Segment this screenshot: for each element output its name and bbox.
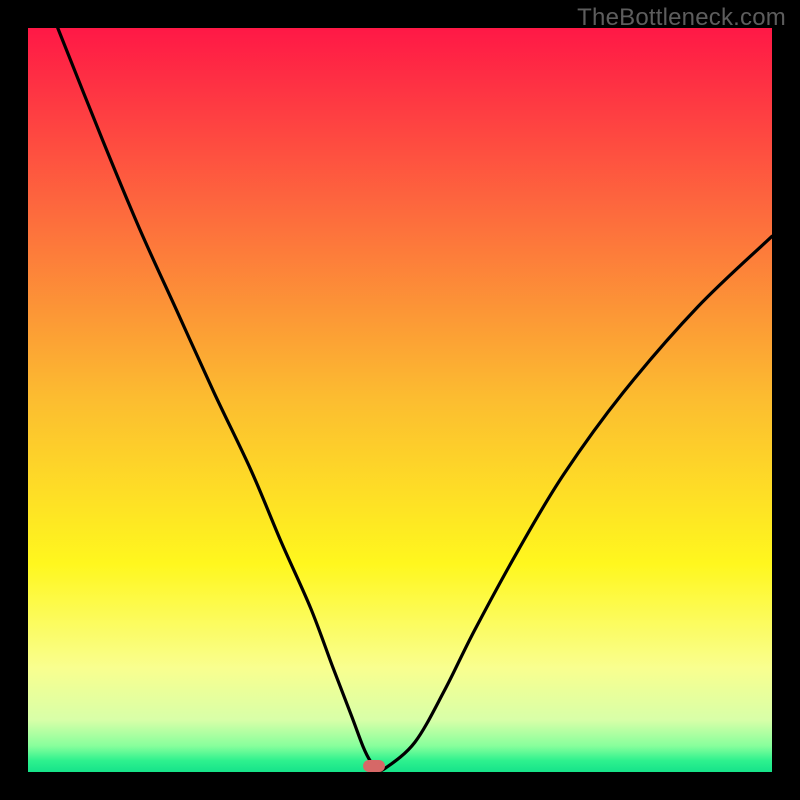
plot-area [28, 28, 772, 772]
curve-svg [28, 28, 772, 772]
watermark-text: TheBottleneck.com [577, 4, 786, 32]
bottleneck-curve [58, 28, 772, 771]
chart-container: TheBottleneck.com [0, 0, 800, 800]
optimal-point-marker [363, 760, 385, 772]
